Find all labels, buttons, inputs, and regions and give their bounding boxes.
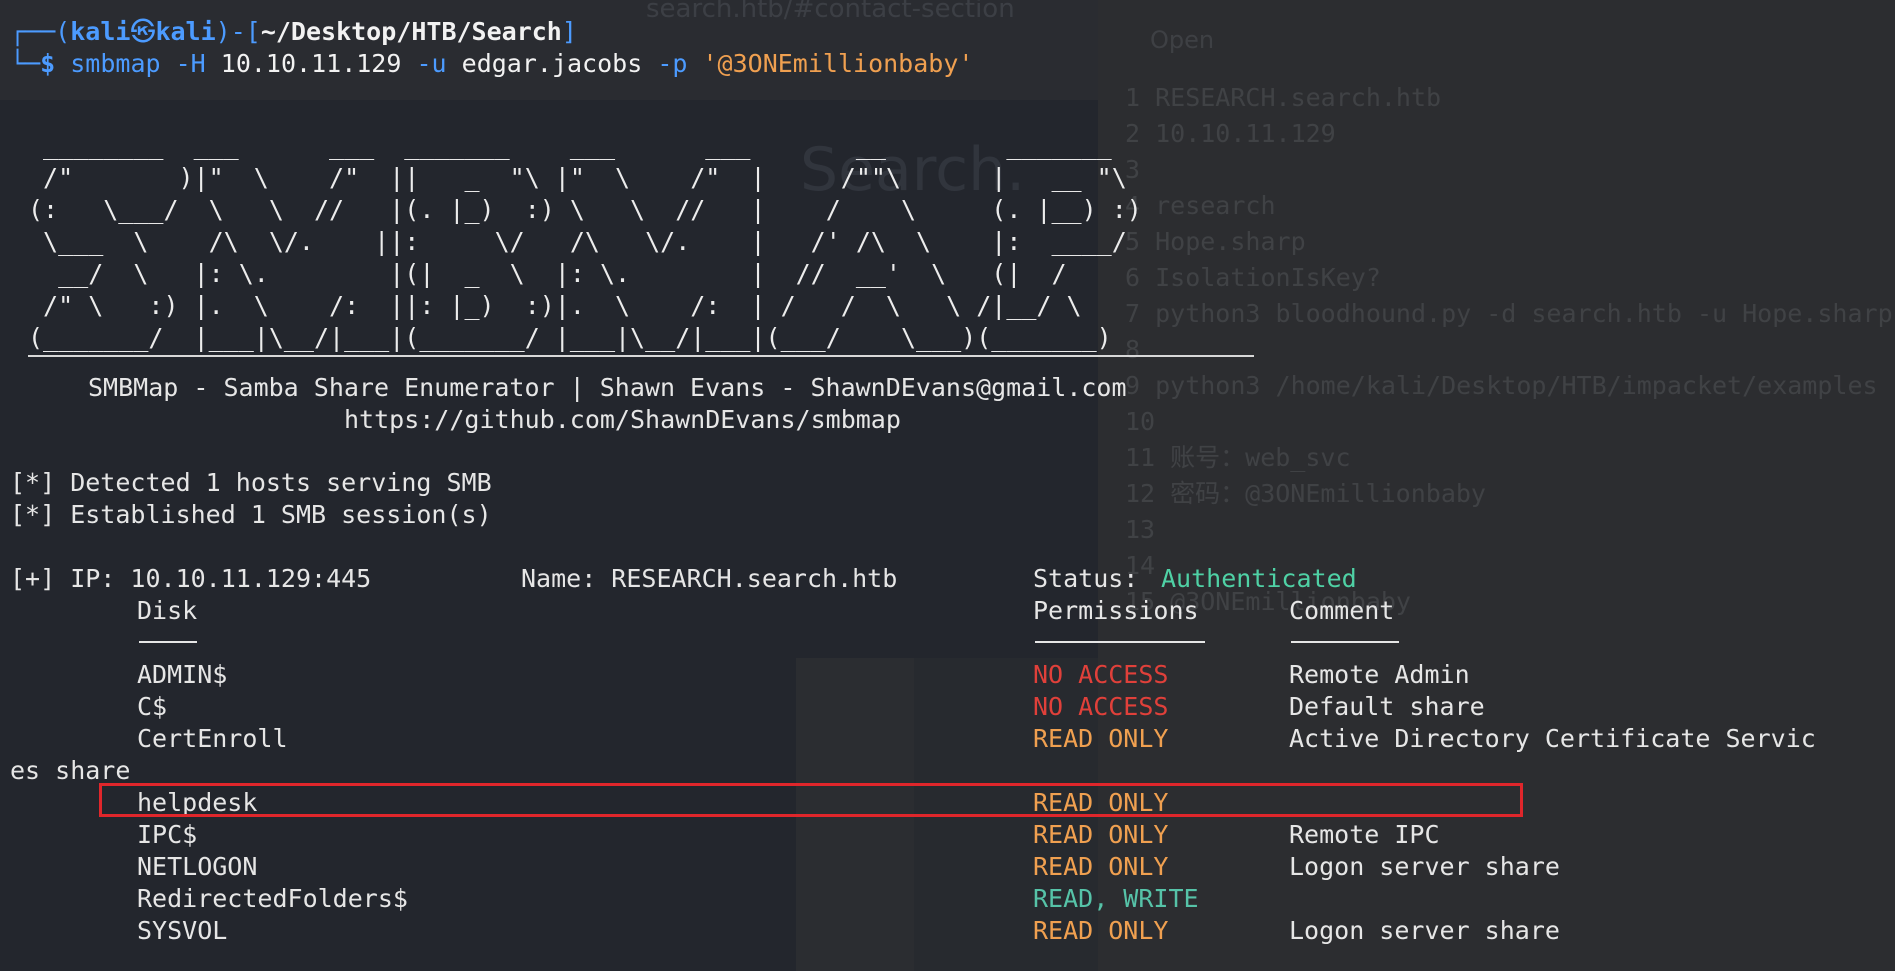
prompt-line: ┌──(kali㉿kali)-[~/Desktop/HTB/Search]	[10, 17, 577, 46]
command-flag-pass: -p	[657, 49, 688, 78]
background-editor-line: 4 research	[1125, 191, 1276, 220]
share-name: NETLOGON	[137, 852, 258, 881]
status-session: [*] Established 1 SMB session(s)	[10, 500, 492, 529]
background-editor-line: 8	[1125, 335, 1141, 364]
column-header-disk: Disk	[137, 596, 198, 625]
command-program: smbmap	[70, 49, 161, 78]
share-permissions: READ ONLY	[1033, 852, 1169, 881]
share-permissions: NO ACCESS	[1033, 660, 1169, 689]
share-comment: Logon server share	[1289, 852, 1560, 881]
background-editor-line: 5 Hope.sharp	[1125, 227, 1306, 256]
host-name: Name: RESEARCH.search.htb	[521, 564, 898, 593]
share-name: CertEnroll	[137, 724, 288, 753]
background-editor-line: 10	[1125, 407, 1156, 436]
helpdesk-highlight-box	[99, 783, 1523, 817]
host-status-label: Status:	[1033, 564, 1139, 593]
banner-url: https://github.com/ShawnDEvans/smbmap	[344, 405, 901, 434]
column-header-permissions: Permissions	[1033, 596, 1199, 625]
prompt-cwd: ~/Desktop/HTB/Search	[260, 17, 562, 46]
share-comment: Active Directory Certificate Servic	[1289, 724, 1816, 753]
host-status-value: Authenticated	[1161, 564, 1357, 593]
background-editor-line: 6 IsolationIsKey?	[1125, 263, 1381, 292]
share-permissions: READ, WRITE	[1033, 884, 1199, 913]
background-editor-line: 9 python3 /home/kali/Desktop/HTB/impacke…	[1125, 371, 1878, 400]
background-editor-line: 7 python3 bloodhound.py -d search.htb -u…	[1125, 299, 1893, 328]
host-ip: [+] IP: 10.10.11.129:445	[10, 564, 372, 593]
prompt-user: kali	[70, 17, 131, 46]
command-flag-user: -u	[416, 49, 447, 78]
background-editor-line: 12 密码：@3ONEmillionbaby	[1125, 479, 1486, 508]
permissions-header-underline	[1035, 641, 1205, 643]
terminal-screen: search.htb/#contact-section Search. Open…	[0, 0, 1895, 971]
prompt-skull-icon: ㉿	[130, 17, 156, 46]
background-editor-line: 13	[1125, 515, 1156, 544]
share-comment: Remote IPC	[1289, 820, 1440, 849]
share-name: C$	[137, 692, 168, 721]
share-comment: Default share	[1289, 692, 1485, 721]
disk-header-underline	[139, 641, 197, 643]
share-permissions: READ ONLY	[1033, 916, 1169, 945]
share-permissions: NO ACCESS	[1033, 692, 1169, 721]
share-name: SYSVOL	[137, 916, 228, 945]
smbmap-ascii-banner: ________ ___ ___ _______ ___ ___ __ ____…	[28, 131, 1142, 352]
prompt-symbol: $	[40, 49, 56, 78]
comment-header-underline	[1291, 641, 1399, 643]
share-comment: Logon server share	[1289, 916, 1560, 945]
share-name: IPC$	[137, 820, 198, 849]
command-host: 10.10.11.129	[220, 49, 402, 78]
share-permissions: READ ONLY	[1033, 724, 1169, 753]
background-editor-line: 11 账号：web_svc	[1125, 443, 1351, 472]
banner-tagline: SMBMap - Samba Share Enumerator | Shawn …	[88, 373, 1127, 402]
background-editor-open-button: Open	[1150, 26, 1215, 54]
status-detected: [*] Detected 1 hosts serving SMB	[10, 468, 492, 497]
share-name: RedirectedFolders$	[137, 884, 408, 913]
command-line[interactable]: └─$ smbmap -H 10.10.11.129 -u edgar.jaco…	[10, 48, 973, 80]
background-editor-lines: 1 RESEARCH.search.htb 2 10.10.11.129 3 4 re…	[1125, 80, 1893, 620]
share-name: ADMIN$	[137, 660, 228, 689]
banner-divider	[28, 355, 1254, 357]
background-editor-line: 1 RESEARCH.search.htb	[1125, 83, 1442, 112]
prompt-host: kali	[155, 17, 216, 46]
share-permissions: READ ONLY	[1033, 820, 1169, 849]
share-comment: Remote Admin	[1289, 660, 1470, 689]
background-editor-line: 3	[1125, 155, 1141, 184]
column-header-comment: Comment	[1289, 596, 1395, 625]
background-editor-line: 2 10.10.11.129	[1125, 119, 1336, 148]
command-password: '@3ONEmillionbaby'	[702, 49, 974, 78]
command-flag-host: -H	[175, 49, 206, 78]
command-user: edgar.jacobs	[461, 49, 643, 78]
background-tab-title: search.htb/#contact-section	[646, 0, 1015, 24]
